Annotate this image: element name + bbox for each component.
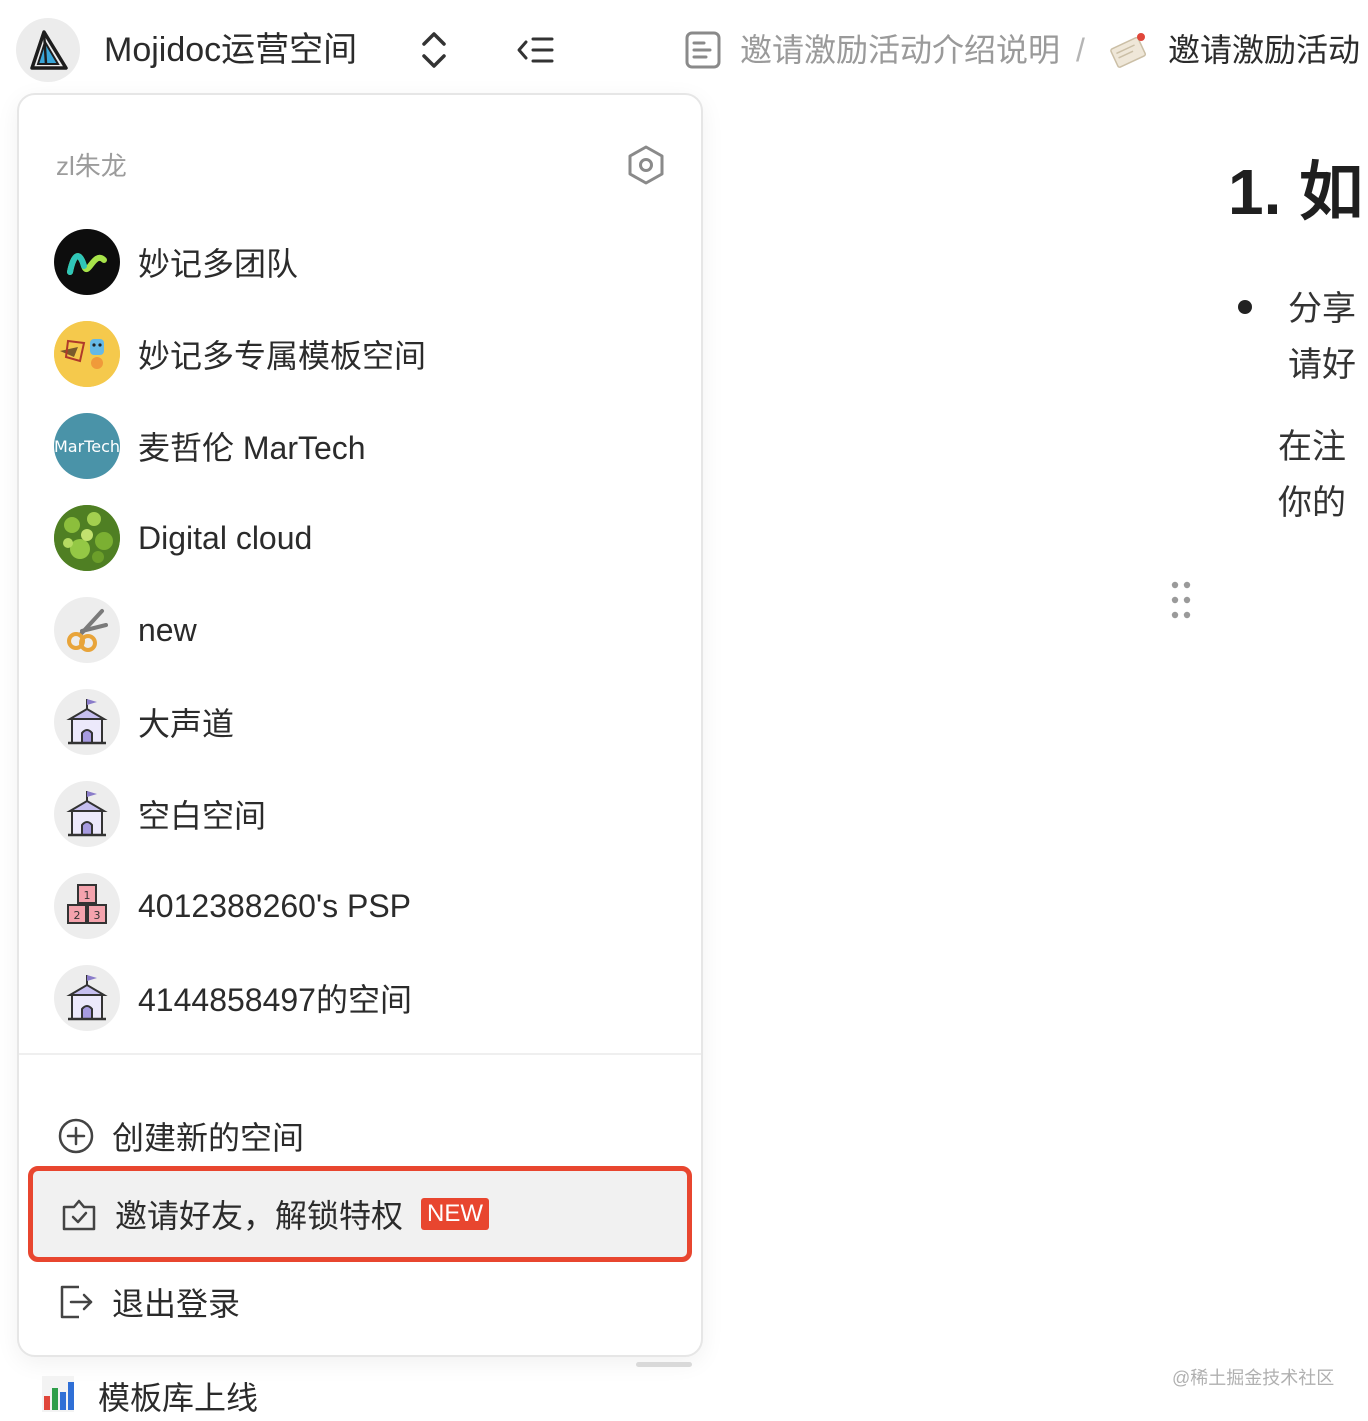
space-avatar-moji-logo (54, 229, 120, 295)
space-name: 4144858497的空间 (138, 982, 412, 1018)
settings-button[interactable] (622, 141, 670, 189)
school-icon (66, 975, 108, 1021)
menu-divider (19, 1053, 701, 1055)
gift-box-icon (59, 1194, 99, 1234)
doc-bullet-text: 分享 (1288, 290, 1356, 328)
scrollbar-thumb[interactable] (636, 1362, 692, 1367)
space-item-dashengdao[interactable]: 大声道 (54, 687, 674, 757)
school-icon (66, 699, 108, 745)
doc-paragraph-text: 你的 (1278, 484, 1346, 522)
space-avatar-template-art (54, 321, 120, 387)
invite-friends-button[interactable]: 邀请好友，解锁特权 NEW (28, 1166, 692, 1262)
space-avatar-school-emoji (54, 781, 120, 847)
document-icon (682, 28, 724, 72)
workspace-switch-button[interactable] (414, 28, 454, 72)
bar-chart-icon (40, 1374, 76, 1419)
page-emoji-icon (1106, 28, 1152, 72)
bullet-point (1238, 300, 1252, 314)
workspace-logo-icon (30, 30, 68, 70)
workspace-name[interactable]: Mojidoc运营空间 (104, 26, 357, 74)
space-name: 4012388260's PSP (138, 887, 411, 924)
sidebar-item-label: 模板库上线 (98, 1380, 259, 1416)
invite-friends-label: 邀请好友，解锁特权 (115, 1198, 404, 1234)
space-item-psp[interactable]: 1 2 3 4012388260's PSP (54, 871, 674, 941)
space-name: 妙记多团队 (138, 246, 299, 282)
space-avatar-martech-badge: MarTech (54, 413, 120, 479)
space-item-template-space[interactable]: 妙记多专属模板空间 (54, 319, 674, 389)
space-name: 空白空间 (138, 798, 267, 834)
space-item-miaojiduo-team[interactable]: 妙记多团队 (54, 227, 674, 297)
watermark: @稀土掘金技术社区 (1172, 1368, 1335, 1388)
school-icon (66, 791, 108, 837)
block-digit: 3 (94, 909, 101, 922)
space-item-4144858497[interactable]: 4144858497的空间 (54, 963, 674, 1033)
plus-circle-icon (56, 1116, 96, 1156)
new-badge: NEW (421, 1198, 490, 1230)
space-name: new (138, 611, 197, 648)
space-avatar-scissors-emoji (54, 597, 120, 663)
space-item-digital-cloud[interactable]: Digital cloud (54, 503, 674, 573)
breadcrumb-separator: / (1076, 32, 1085, 68)
collapse-sidebar-icon (517, 37, 554, 63)
collapse-sidebar-button[interactable] (512, 28, 560, 72)
breadcrumb-parent[interactable]: 邀请激励活动介绍说明 (740, 26, 1060, 74)
sidebar-item-template-library[interactable]: 模板库上线 (40, 1372, 258, 1420)
logout-label: 退出登录 (112, 1286, 241, 1322)
doc-heading: 1. 如 (1228, 156, 1364, 228)
space-item-martech[interactable]: MarTech 麦哲伦 MarTech (54, 411, 674, 481)
chevron-up-down-icon (422, 32, 446, 68)
workspace-logo[interactable] (16, 18, 80, 82)
drag-handle-icon[interactable] (1168, 580, 1194, 620)
doc-paragraph-text: 在注 (1278, 428, 1346, 466)
block-digit: 2 (74, 909, 81, 922)
create-space-label: 创建新的空间 (112, 1120, 305, 1156)
martech-avatar-text: MarTech (54, 436, 120, 456)
space-name: 大声道 (138, 706, 235, 742)
block-digit: 1 (84, 889, 91, 902)
space-avatar-school-emoji (54, 965, 120, 1031)
space-avatar-blocks-emoji: 1 2 3 (54, 873, 120, 939)
settings-icon (628, 145, 664, 185)
scissors-icon (67, 609, 108, 652)
create-space-button[interactable]: 创建新的空间 (56, 1106, 676, 1166)
doc-bullet-text: 请好 (1288, 346, 1356, 384)
breadcrumb-current[interactable]: 邀请激励活动 (1168, 26, 1360, 74)
space-name: Digital cloud (138, 519, 313, 556)
space-item-blank-space[interactable]: 空白空间 (54, 779, 674, 849)
logout-button[interactable]: 退出登录 (56, 1272, 676, 1332)
space-avatar-green-foliage (54, 505, 120, 571)
space-avatar-school-emoji (54, 689, 120, 755)
space-name: 麦哲伦 MarTech (138, 430, 366, 466)
logout-icon (56, 1282, 96, 1322)
space-name: 妙记多专属模板空间 (138, 338, 427, 374)
blocks-icon: 1 2 3 (67, 884, 107, 924)
space-item-new[interactable]: new (54, 595, 674, 665)
account-name: zl朱龙 (56, 151, 127, 181)
